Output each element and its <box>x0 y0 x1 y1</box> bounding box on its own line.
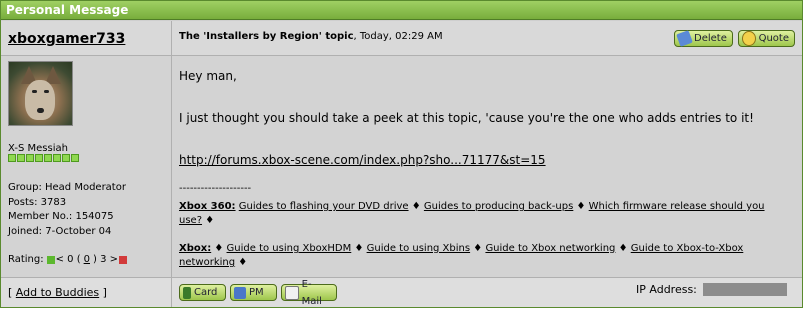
card-icon <box>183 286 191 299</box>
speech-bubble-icon <box>742 31 756 46</box>
member-title: X-S Messiah <box>8 143 68 154</box>
panel-title: Personal Message <box>1 1 802 20</box>
signature-label: Xbox 360: <box>179 201 236 212</box>
rating-right: ) 3 > <box>93 254 118 265</box>
rating-left: < 0 ( <box>55 254 81 265</box>
signature-xbox360-line: Xbox 360: Guides to flashing your DVD dr… <box>179 201 765 226</box>
message-body: Hey man, I just thought you should take … <box>179 66 794 192</box>
rating-label: Rating: <box>8 254 44 265</box>
post-content: Hey man, I just thought you should take … <box>172 56 802 277</box>
rank-pip <box>17 154 25 162</box>
add-to-buddies-link[interactable]: Add to Buddies <box>16 286 99 299</box>
member-group: Group: Head Moderator <box>8 182 126 193</box>
signature-link[interactable]: Guide to using XboxHDM <box>227 243 352 254</box>
rank-pip <box>26 154 34 162</box>
rank-pip <box>44 154 52 162</box>
ip-address: IP Address: <box>636 283 787 296</box>
post-header-row: xboxgamer733 The 'Installers by Region' … <box>1 21 802 55</box>
member-number: Member No.: 154075 <box>8 211 114 222</box>
member-joined: Joined: 7-October 04 <box>8 225 112 237</box>
signature-link[interactable]: Guides to producing back-ups <box>424 201 573 212</box>
signature-link[interactable]: Guide to using Xbins <box>367 243 470 254</box>
email-button[interactable]: E-Mail <box>281 279 337 307</box>
author-profile: X-S Messiah Group: Head Moderator Posts:… <box>1 56 171 277</box>
post-date: , Today, 02:29 AM <box>353 31 443 42</box>
delete-button[interactable]: Delete <box>674 30 733 47</box>
rank-pip <box>71 154 79 162</box>
signature-xbox-line: Xbox: ♦ Guide to using XboxHDM ♦ Guide t… <box>179 243 744 268</box>
signature-link[interactable]: Guides to flashing your DVD drive <box>239 201 409 212</box>
topic-title: The 'Installers by Region' topic <box>179 31 354 42</box>
rating-value-link[interactable]: 0 <box>84 254 90 265</box>
post-footer-row: [ Add to Buddies ] Card PM E-Mail IP Add… <box>1 278 802 307</box>
card-button[interactable]: Card <box>179 284 226 301</box>
pm-button[interactable]: PM <box>230 284 277 301</box>
ip-address-redacted <box>702 283 787 296</box>
member-info: Group: Head Moderator Posts: 3783 Member… <box>8 181 126 239</box>
rate-up-icon[interactable] <box>46 255 55 264</box>
column-divider <box>171 21 172 307</box>
rank-pip <box>35 154 43 162</box>
member-posts: Posts: 3783 <box>8 196 67 208</box>
signature-link[interactable]: Guide to Xbox networking <box>485 243 615 254</box>
users-icon <box>234 286 246 299</box>
rank-pip <box>8 154 16 162</box>
rank-pip <box>62 154 70 162</box>
author-username-link[interactable]: xboxgamer733 <box>8 31 125 47</box>
eraser-icon <box>676 30 693 47</box>
personal-message-panel: Personal Message xboxgamer733 The 'Insta… <box>0 0 803 308</box>
envelope-icon <box>285 285 299 300</box>
member-rating: Rating: < 0 ( 0 ) 3 > <box>8 254 128 265</box>
message-link[interactable]: http://forums.xbox-scene.com/index.php?s… <box>179 153 546 167</box>
add-to-buddies: [ Add to Buddies ] <box>8 286 107 299</box>
message-line: Hey man, <box>179 69 237 83</box>
signature-divider: -------------------- <box>179 183 252 194</box>
signature: -------------------- Xbox 360: Guides to… <box>179 182 789 270</box>
member-rank-pips <box>8 154 79 162</box>
rank-pip <box>53 154 61 162</box>
post-topic: The 'Installers by Region' topic, Today,… <box>179 31 443 42</box>
quote-button[interactable]: Quote <box>738 30 795 47</box>
avatar <box>8 61 73 126</box>
rate-down-icon[interactable] <box>119 255 127 264</box>
post-body-row: X-S Messiah Group: Head Moderator Posts:… <box>1 56 802 277</box>
ip-address-label: IP Address: <box>636 283 697 296</box>
signature-label: Xbox: <box>179 243 212 254</box>
message-line: I just thought you should take a peek at… <box>179 111 754 125</box>
